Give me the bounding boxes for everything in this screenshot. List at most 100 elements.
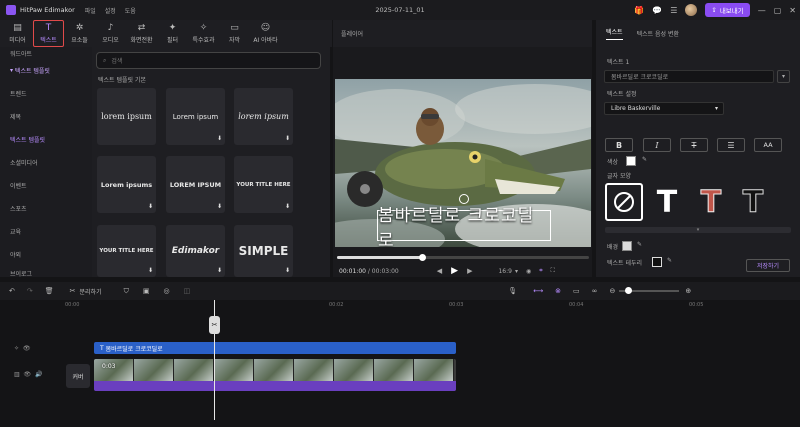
- caption-text-box[interactable]: 봄바르딜로 크로코딜로: [377, 206, 551, 247]
- zoom-out-icon[interactable]: ⊖: [610, 287, 616, 295]
- template-tile[interactable]: SIMPLE ⬇: [234, 225, 293, 277]
- template-tile[interactable]: Lorem ipsum ⬇: [166, 88, 225, 145]
- scissors-icon[interactable]: ✂: [70, 287, 76, 295]
- eyedropper-icon[interactable]: ✎: [637, 241, 642, 248]
- avatar[interactable]: [685, 4, 698, 16]
- undo-icon[interactable]: ↶: [9, 287, 15, 295]
- tool-subtitle[interactable]: ▭ 자막: [219, 20, 250, 47]
- style-black-outline[interactable]: T: [734, 183, 772, 221]
- style-none[interactable]: [605, 183, 643, 221]
- progress-handle[interactable]: [419, 254, 426, 261]
- feedback-icon[interactable]: 💬: [652, 6, 662, 15]
- search-input[interactable]: ⌕ 검색: [96, 52, 321, 69]
- time-ruler[interactable]: 00:00 00:02 00:03 00:04 00:05: [65, 300, 800, 312]
- export-button[interactable]: ⇪ 내보내기: [705, 3, 750, 17]
- eyedropper-icon[interactable]: ✎: [667, 257, 672, 264]
- zoom-slider-handle[interactable]: [625, 287, 633, 294]
- snapshot-icon[interactable]: ◉: [526, 268, 531, 275]
- tab-tts[interactable]: 텍스트 음성 변환: [637, 29, 679, 38]
- redo-icon[interactable]: ↷: [27, 287, 33, 295]
- freeze-icon[interactable]: ◎: [163, 287, 169, 295]
- tool-elements[interactable]: ✲ 요소들: [64, 20, 95, 47]
- video-preview[interactable]: 봄바르딜로 크로코딜로: [335, 79, 591, 247]
- font-select[interactable]: Libre Baskerville ▾: [604, 102, 724, 115]
- nav-event[interactable]: 이벤트: [0, 174, 92, 197]
- fit-icon[interactable]: ▭: [573, 287, 580, 295]
- background-color-swatch[interactable]: [622, 241, 632, 251]
- style-red-outline[interactable]: T: [692, 183, 730, 221]
- link-icon[interactable]: ⟷: [533, 287, 543, 295]
- tool-transition[interactable]: ⇄ 화면전환: [126, 20, 157, 47]
- template-tile[interactable]: YOUR TITLE HERE ⬇: [97, 225, 156, 277]
- cover-button[interactable]: 커버: [66, 364, 90, 388]
- tool-filter[interactable]: ✦ 필터: [157, 20, 188, 47]
- menu-icon[interactable]: ☰: [670, 6, 677, 15]
- menu-help[interactable]: 도움: [125, 8, 136, 15]
- crop-icon[interactable]: ⌗: [539, 267, 542, 275]
- audio-toggle-icon[interactable]: 🔊: [35, 371, 42, 378]
- nav-trend[interactable]: 트렌드: [0, 82, 92, 105]
- template-tile[interactable]: lorem ipsum ⬇: [234, 88, 293, 145]
- menu-settings[interactable]: 설정: [105, 8, 116, 15]
- border-color-swatch[interactable]: [652, 257, 662, 267]
- split-button[interactable]: 분리하기: [80, 287, 102, 296]
- tool-media[interactable]: ▤ 미디어: [2, 20, 33, 47]
- tool-text[interactable]: T 텍스트: [33, 20, 64, 47]
- text-color-swatch[interactable]: [626, 156, 636, 166]
- template-tile[interactable]: YOUR TITLE HERE ⬇: [234, 156, 293, 213]
- playhead-scissors-icon[interactable]: ✂: [209, 316, 220, 334]
- prev-frame-icon[interactable]: ◀: [437, 267, 442, 275]
- save-button[interactable]: 저장하기: [746, 259, 790, 272]
- text-add-icon[interactable]: ▣: [143, 287, 150, 295]
- template-tile[interactable]: LOREM IPSUM ⬇: [166, 156, 225, 213]
- video-clip[interactable]: 0:03: [94, 359, 456, 391]
- text-input[interactable]: 봄바르딜로 크로코딜로: [604, 70, 774, 83]
- playhead[interactable]: ✂: [209, 300, 220, 420]
- nav-sports[interactable]: 스포츠: [0, 197, 92, 220]
- visibility-icon[interactable]: 👁: [24, 371, 32, 378]
- effect-icon[interactable]: ✧: [14, 345, 19, 352]
- nav-social-media[interactable]: 소셜미디어: [0, 151, 92, 174]
- zoom-in-icon[interactable]: ⊕: [685, 287, 691, 295]
- tool-effects[interactable]: ✧ 특수효과: [188, 20, 219, 47]
- tool-audio[interactable]: ♪ 오디오: [95, 20, 126, 47]
- strikethrough-button[interactable]: T: [680, 138, 708, 152]
- nav-vlog[interactable]: 브이로그: [0, 266, 92, 280]
- template-tile[interactable]: lorem ipsum: [97, 88, 156, 145]
- lock-icon[interactable]: ▥: [14, 371, 20, 378]
- detach-icon[interactable]: ◫: [184, 287, 191, 295]
- bold-button[interactable]: B: [605, 138, 633, 152]
- text-more-button[interactable]: ▾: [777, 70, 790, 83]
- eyedropper-icon[interactable]: ✎: [642, 156, 647, 163]
- italic-button[interactable]: I: [643, 138, 671, 152]
- play-icon[interactable]: ▶: [451, 266, 458, 276]
- line-spacing-button[interactable]: ☰: [717, 138, 745, 152]
- fullscreen-icon[interactable]: ⛶: [551, 267, 555, 275]
- tool-ai-avatar[interactable]: ☺ AI 아바타: [250, 20, 281, 47]
- nav-education[interactable]: 교육: [0, 220, 92, 243]
- menu-file[interactable]: 파일: [85, 8, 96, 15]
- nav-text-template-group[interactable]: ▾ 텍스트 템플릿: [0, 59, 92, 82]
- uppercase-button[interactable]: AA: [754, 138, 782, 152]
- loop-icon[interactable]: ∞: [592, 287, 598, 295]
- close-icon[interactable]: ✕: [789, 6, 796, 15]
- nav-wordart[interactable]: 워드아트: [0, 47, 92, 59]
- progress-track[interactable]: [337, 254, 589, 261]
- text-clip[interactable]: T 봄바르딜로 크로코딜로: [94, 342, 456, 354]
- zoom-slider[interactable]: [619, 287, 680, 294]
- delete-icon[interactable]: 🗑: [45, 287, 54, 295]
- nav-text-template[interactable]: 텍스트 템플릿: [0, 128, 92, 151]
- minimize-icon[interactable]: —: [758, 6, 766, 15]
- aspect-ratio-select[interactable]: 16:9: [498, 268, 511, 275]
- nav-title[interactable]: 제목: [0, 105, 92, 128]
- nav-outdoor[interactable]: 야외: [0, 243, 92, 266]
- template-tile[interactable]: Edimakor ⬇: [166, 225, 225, 277]
- magnet-icon[interactable]: ⊗: [555, 287, 561, 295]
- microphone-icon[interactable]: 🎙: [508, 287, 517, 295]
- template-tile[interactable]: Lorem ipsums ⬇: [97, 156, 156, 213]
- visibility-icon[interactable]: 👁: [23, 345, 31, 352]
- shield-icon[interactable]: ⛉: [124, 287, 129, 296]
- maximize-icon[interactable]: ▢: [774, 6, 782, 15]
- tab-text[interactable]: 텍스트: [606, 27, 623, 40]
- style-white[interactable]: T: [648, 183, 686, 221]
